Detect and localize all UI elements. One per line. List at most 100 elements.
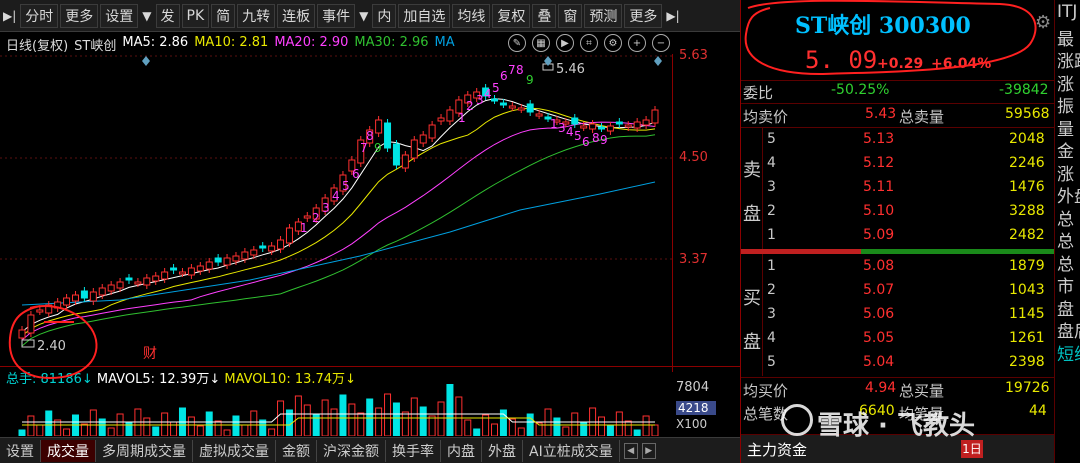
sidebar-item[interactable]: 金 — [1057, 137, 1080, 162]
ma10-line — [21, 107, 656, 337]
candle — [80, 290, 88, 299]
sidebar-item[interactable]: ITJ — [1057, 2, 1080, 22]
volume-bar — [357, 412, 365, 436]
bid-price: 5.04 — [863, 354, 895, 370]
crop-icon[interactable]: ⌗ — [580, 34, 598, 52]
toolbar-ma[interactable]: 均线 — [452, 3, 491, 28]
add-icon[interactable]: + — [628, 34, 646, 52]
tab-ai-volume[interactable]: AI立桩成交量 — [523, 439, 620, 462]
ask-level: 2 — [767, 203, 776, 219]
expand-right-icon[interactable]: ▶| — [663, 9, 682, 23]
svg-text:3: 3 — [322, 201, 330, 215]
avg-sell-row: 均卖价 5.43 总卖量 59568 — [741, 104, 1055, 126]
sidebar-item[interactable]: 涨 — [1057, 70, 1080, 95]
tab-hs-amount[interactable]: 沪深金额 — [317, 439, 386, 462]
candle — [232, 255, 240, 262]
event-diamond-icon[interactable] — [142, 56, 150, 66]
svg-text:2: 2 — [312, 211, 320, 225]
toolbar-more-2[interactable]: 更多 — [624, 3, 663, 28]
collapse-left-icon[interactable]: ▶| — [0, 9, 19, 23]
toolbar-more-1[interactable]: 更多 — [60, 3, 99, 28]
sidebar-item[interactable]: 盘 — [1057, 295, 1080, 320]
candle — [303, 215, 311, 219]
candle — [45, 304, 53, 314]
volume-bar — [375, 407, 383, 436]
candle — [419, 134, 427, 144]
draw-tool-icon[interactable]: ✎ — [508, 34, 526, 52]
bid-volume: 2398 — [1009, 354, 1045, 370]
sidebar-item[interactable]: 总 — [1057, 205, 1080, 230]
event-marker[interactable]: 财 — [143, 346, 157, 362]
toolbar-add-watchlist[interactable]: 加自选 — [398, 3, 451, 28]
bid-level-row[interactable]: 5 5.04 2398 — [763, 351, 1055, 375]
sidebar-item[interactable]: 涨跌 — [1057, 47, 1080, 72]
bid-level-row[interactable]: 3 5.06 1145 — [763, 303, 1055, 327]
ask-level-row[interactable]: 5 5.13 2048 — [763, 128, 1055, 152]
kline-chart[interactable]: 12345678912 3 4 56 7 891 3 4 5 6 8 9 5.46 2.40 财 — [0, 54, 740, 372]
volume-chart[interactable] — [0, 384, 672, 436]
volume-bar — [491, 423, 499, 436]
toolbar-events[interactable]: 事件 — [317, 3, 356, 28]
sidebar-item[interactable]: 外盘 — [1057, 182, 1080, 207]
toolbar-fenshi[interactable]: 分时 — [20, 3, 59, 28]
tab-outer[interactable]: 外盘 — [482, 439, 523, 462]
candle — [401, 154, 409, 169]
svg-text:1: 1 — [300, 221, 308, 235]
toolbar-lianban[interactable]: 连板 — [277, 3, 316, 28]
toolbar-pk[interactable]: PK — [181, 3, 210, 28]
toolbar-forecast[interactable]: 预测 — [584, 3, 623, 28]
tab-settings[interactable]: 设置 — [0, 439, 41, 462]
tab-virtual-volume[interactable]: 虚拟成交量 — [193, 439, 276, 462]
toolbar-overlay[interactable]: 叠 — [532, 3, 557, 28]
sidebar-item[interactable]: 盘后 — [1057, 317, 1080, 342]
ask-level-row[interactable]: 3 5.11 1476 — [763, 176, 1055, 200]
sidebar-item[interactable]: 总 — [1057, 227, 1080, 252]
svg-text:4: 4 — [332, 189, 340, 203]
play-icon[interactable]: ▶ — [556, 34, 574, 52]
calendar-icon[interactable]: ▦ — [532, 34, 550, 52]
sidebar-item[interactable]: 短线 — [1057, 340, 1080, 365]
bid-level-row[interactable]: 4 5.05 1261 — [763, 327, 1055, 351]
settings-icon[interactable]: ⚙ — [604, 34, 622, 52]
gear-icon[interactable]: ⚙ — [1035, 12, 1051, 33]
candle — [384, 122, 392, 149]
volume-bar — [580, 421, 588, 436]
tab-turnover[interactable]: 换手率 — [386, 439, 441, 462]
svg-text:9: 9 — [600, 133, 608, 147]
ask-level-row[interactable]: 4 5.12 2246 — [763, 152, 1055, 176]
volume-bar — [526, 413, 534, 436]
toolbar-nei[interactable]: 内 — [372, 3, 397, 28]
ask-level-row[interactable]: 2 5.10 3288 — [763, 200, 1055, 224]
toolbar-jiuzhuan[interactable]: 九转 — [237, 3, 276, 28]
toolbar-fa[interactable]: 发 — [155, 3, 180, 28]
sidebar-item[interactable]: 量 — [1057, 115, 1080, 140]
sidebar-item[interactable]: 振 — [1057, 92, 1080, 117]
minus-icon[interactable]: − — [652, 34, 670, 52]
sidebar-item[interactable]: 总 — [1057, 250, 1080, 275]
tab-volume[interactable]: 成交量 — [41, 439, 96, 462]
tab-amount[interactable]: 金额 — [276, 439, 317, 462]
dropdown-icon[interactable]: ▼ — [356, 9, 371, 23]
sidebar-item[interactable]: 最 — [1057, 25, 1080, 50]
dropdown-icon[interactable]: ▼ — [139, 9, 154, 23]
candle — [375, 119, 383, 134]
tab-multi-period-volume[interactable]: 多周期成交量 — [96, 439, 193, 462]
event-diamond-icon[interactable] — [654, 56, 662, 66]
toolbar-adjust[interactable]: 复权 — [492, 3, 531, 28]
volume-bar — [205, 411, 213, 436]
sidebar-item[interactable]: 市 — [1057, 272, 1080, 297]
one-day-button[interactable]: 1日 — [961, 440, 983, 458]
tab-inner[interactable]: 内盘 — [441, 439, 482, 462]
scroll-right-icon[interactable]: ▶ — [641, 442, 656, 459]
candle — [71, 294, 79, 302]
scroll-left-icon[interactable]: ◀ — [623, 442, 638, 459]
ask-level-row[interactable]: 1 5.09 2482 — [763, 224, 1055, 248]
toolbar-window[interactable]: 窗 — [558, 3, 583, 28]
period-label[interactable]: 日线(复权) — [6, 35, 68, 54]
toolbar-jian[interactable]: 简 — [211, 3, 236, 28]
bid-level-row[interactable]: 1 5.08 1879 — [763, 255, 1055, 279]
volume-bar — [223, 429, 231, 436]
sidebar-item[interactable]: 涨 — [1057, 160, 1080, 185]
toolbar-settings[interactable]: 设置 — [100, 3, 139, 28]
bid-level-row[interactable]: 2 5.07 1043 — [763, 279, 1055, 303]
